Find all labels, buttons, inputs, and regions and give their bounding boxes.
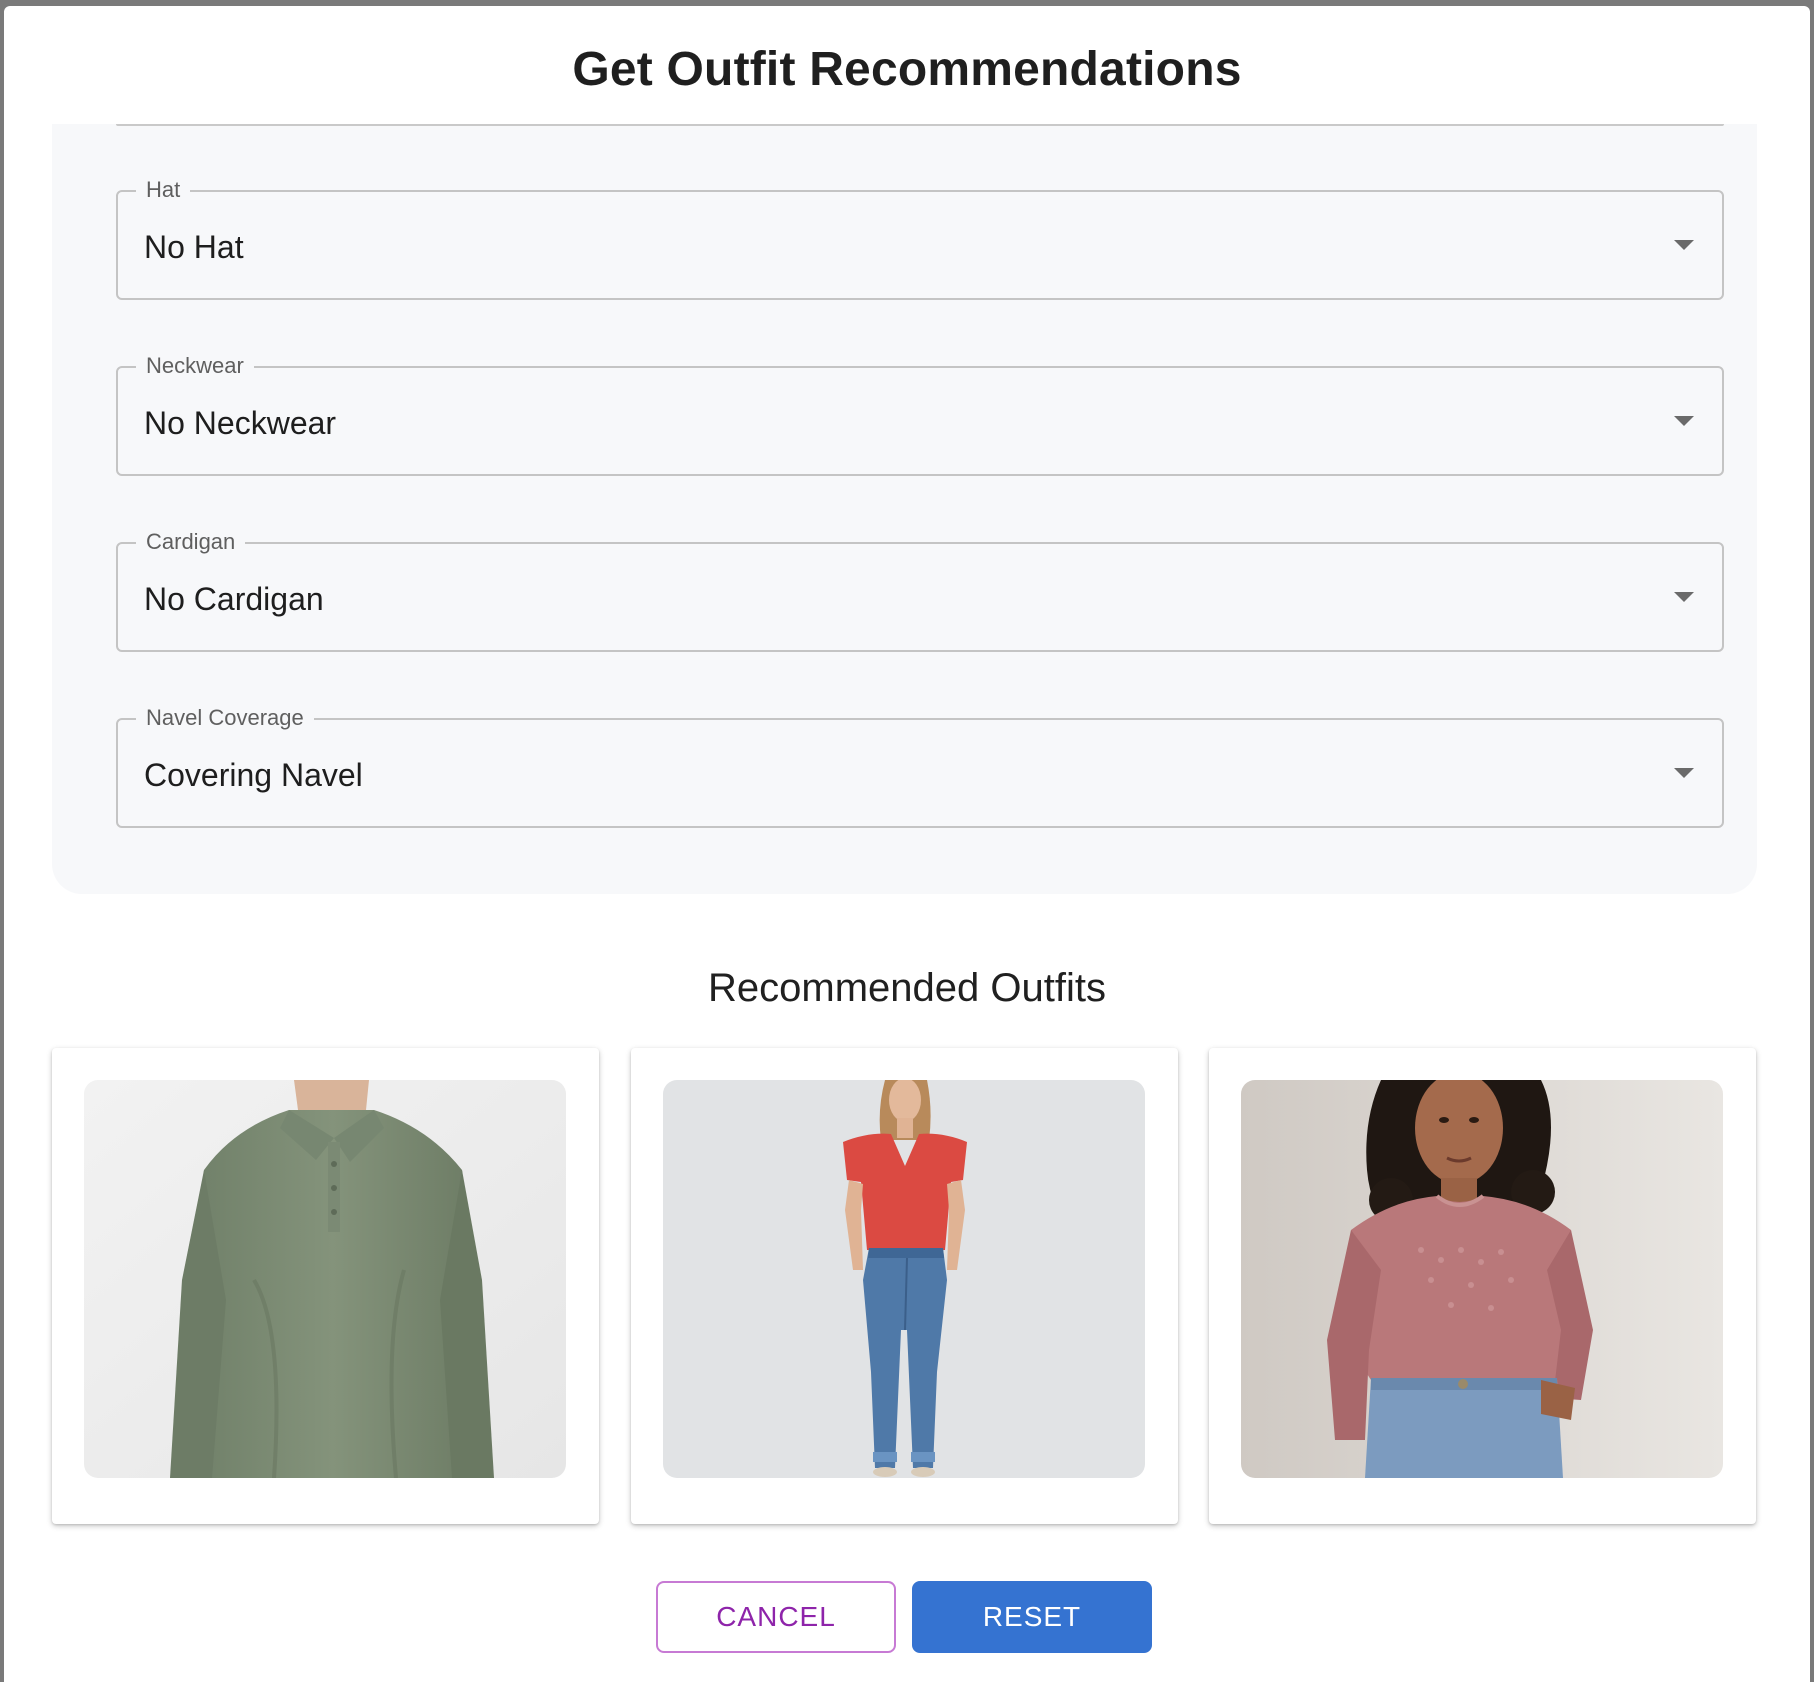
navel-coverage-select-label: Navel Coverage <box>136 704 314 732</box>
filters-panel: Hat No Hat Neckwear No Neckwear Cardigan… <box>52 124 1757 894</box>
outfit-card[interactable] <box>1209 1048 1756 1524</box>
arrow-drop-down-icon[interactable] <box>1674 592 1694 602</box>
neckwear-select-label: Neckwear <box>136 352 254 380</box>
outfit-card[interactable] <box>52 1048 599 1524</box>
navel-coverage-select[interactable]: Navel Coverage Covering Navel <box>116 704 1724 828</box>
scrolled-field-edge <box>116 124 1724 126</box>
navel-coverage-select-value: Covering Navel <box>144 757 363 793</box>
outfit-image[interactable] <box>663 1080 1145 1478</box>
cardigan-select-label: Cardigan <box>136 528 246 556</box>
cancel-button[interactable]: CANCEL <box>656 1581 896 1653</box>
cardigan-select-value: No Cardigan <box>144 581 324 617</box>
reset-button[interactable]: RESET <box>912 1581 1152 1653</box>
recommended-outfits-heading: Recommended Outfits <box>708 966 1106 1010</box>
hat-select-label: Hat <box>136 176 191 204</box>
outfit-image[interactable] <box>84 1080 566 1478</box>
arrow-drop-down-icon[interactable] <box>1674 240 1694 250</box>
outfit-card[interactable] <box>631 1048 1178 1524</box>
hat-select[interactable]: Hat No Hat <box>116 176 1724 300</box>
dialog-title: Get Outfit Recommendations <box>572 43 1242 96</box>
hat-select-value: No Hat <box>144 229 244 265</box>
dialog-actions: CANCEL RESET <box>4 1581 1810 1653</box>
arrow-drop-down-icon[interactable] <box>1674 768 1694 778</box>
cardigan-select[interactable]: Cardigan No Cardigan <box>116 528 1724 652</box>
neckwear-select[interactable]: Neckwear No Neckwear <box>116 352 1724 476</box>
outfit-recommendations-dialog: Get Outfit Recommendations Hat No Hat Ne… <box>4 6 1810 1682</box>
neckwear-select-value: No Neckwear <box>144 405 337 441</box>
outfit-image[interactable] <box>1241 1080 1723 1478</box>
arrow-drop-down-icon[interactable] <box>1674 416 1694 426</box>
